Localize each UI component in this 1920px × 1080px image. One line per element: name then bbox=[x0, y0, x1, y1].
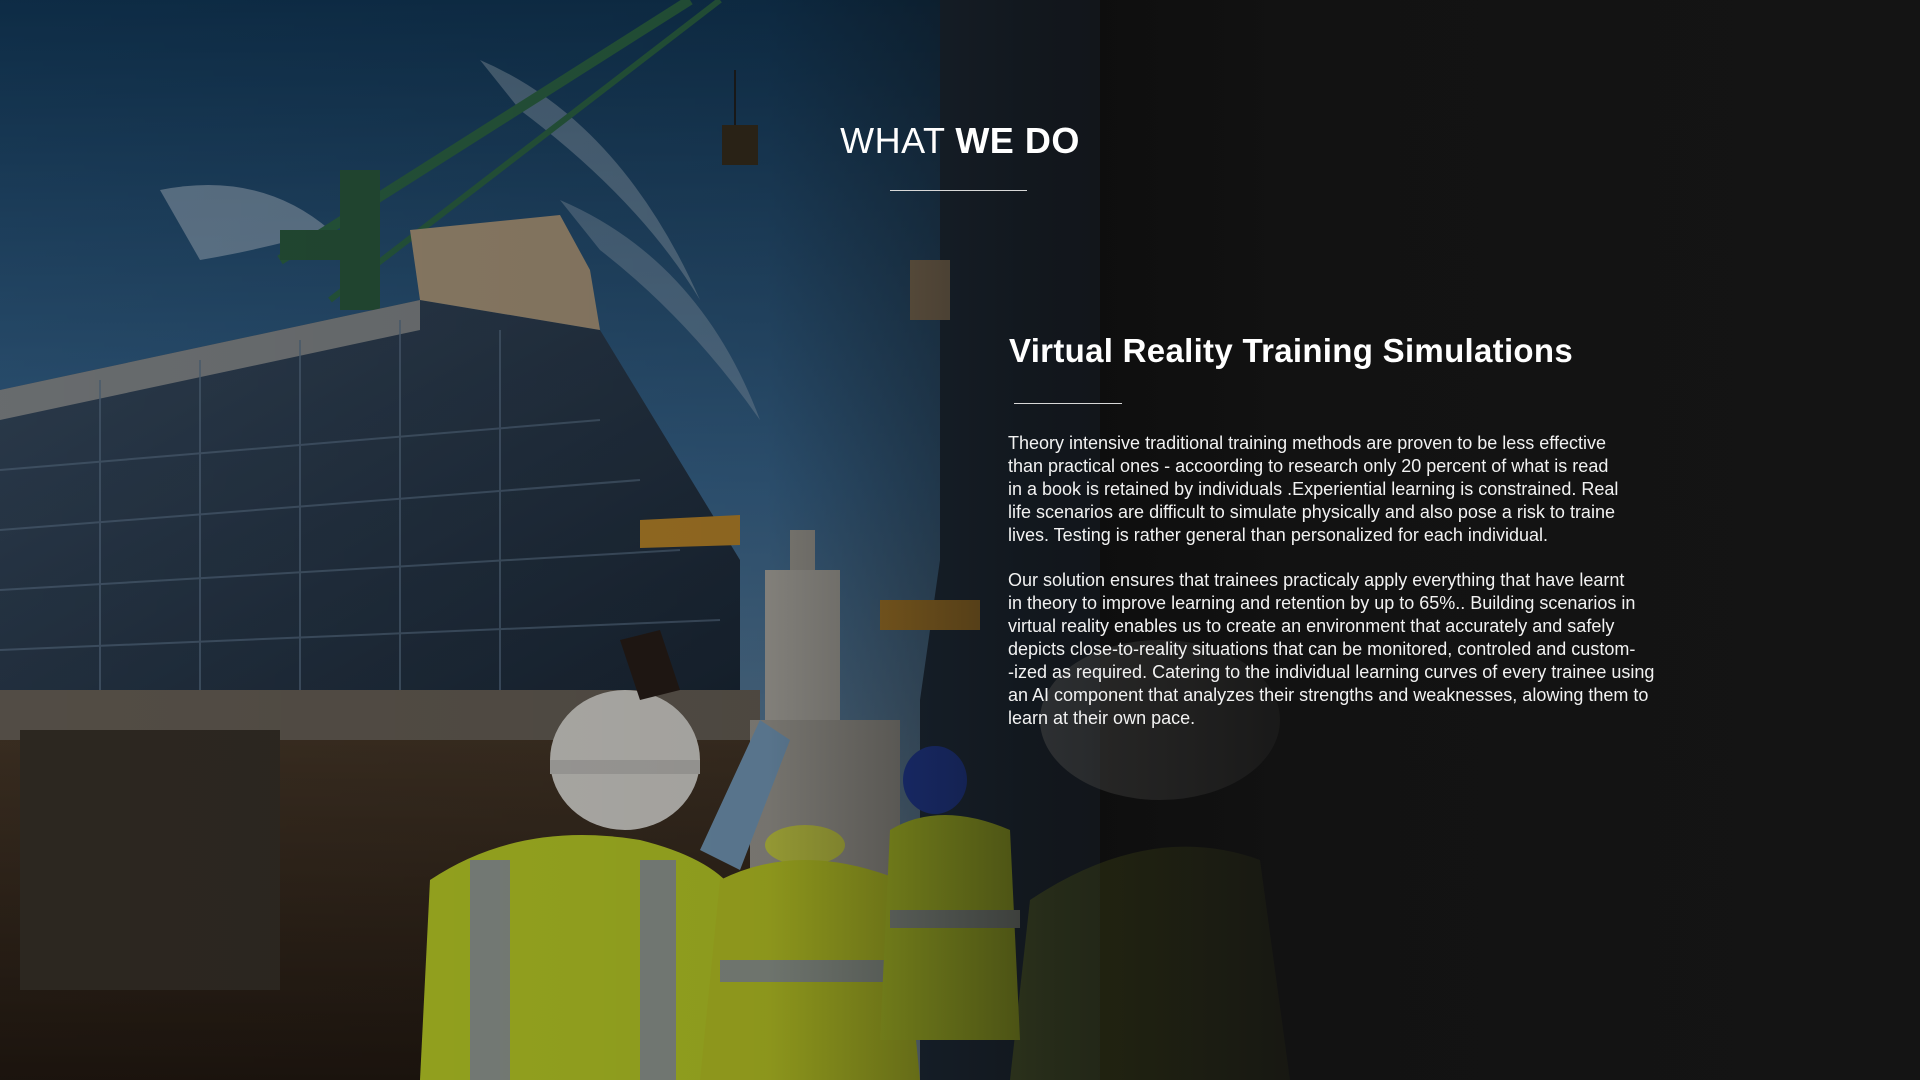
paragraph-line: an AI component that analyzes their stre… bbox=[1008, 685, 1649, 705]
paragraph-line: lives. Testing is rather general than pe… bbox=[1008, 525, 1548, 545]
paragraph-line: life scenarios are difficult to simulate… bbox=[1008, 502, 1615, 522]
paragraph-line: than practical ones - accoording to rese… bbox=[1008, 456, 1609, 476]
paragraph-solution: Our solution ensures that trainees pract… bbox=[1008, 569, 1758, 730]
slide: WHAT WE DO Virtual Reality Training Simu… bbox=[0, 0, 1920, 1080]
paragraph-line: in theory to improve learning and retent… bbox=[1008, 593, 1636, 613]
paragraph-line: Theory intensive traditional training me… bbox=[1008, 433, 1606, 453]
paragraph-line: in a book is retained by individuals .Ex… bbox=[1008, 479, 1619, 499]
page-heading: WHAT WE DO bbox=[0, 120, 1920, 162]
paragraph-problem: Theory intensive traditional training me… bbox=[1008, 432, 1758, 547]
heading-bold: WE DO bbox=[955, 120, 1080, 161]
heading-light: WHAT bbox=[840, 120, 956, 161]
paragraph-line: virtual reality enables us to create an … bbox=[1008, 616, 1615, 636]
paragraph-line: learn at their own pace. bbox=[1008, 708, 1196, 728]
paragraph-line: depicts close-to-reality situations that… bbox=[1008, 639, 1636, 659]
section-title: Virtual Reality Training Simulations bbox=[1009, 332, 1573, 369]
paragraph-line: Our solution ensures that trainees pract… bbox=[1008, 570, 1625, 590]
heading-divider bbox=[890, 190, 1027, 191]
section-divider bbox=[1014, 403, 1122, 404]
paragraph-line: -ized as required. Catering to the indiv… bbox=[1008, 662, 1655, 682]
